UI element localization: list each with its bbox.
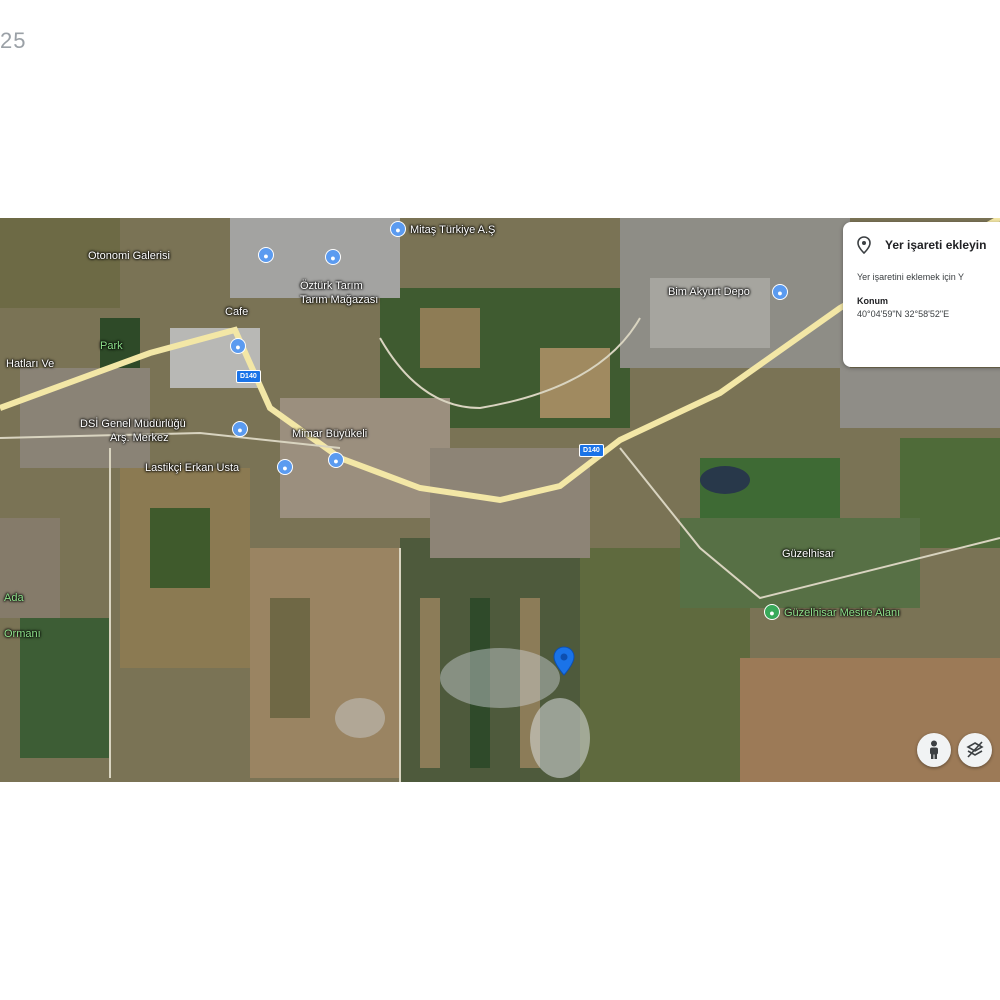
label-hatlari: Hatları Ve xyxy=(6,358,55,370)
label-bim: Bim Akyurt Depo xyxy=(668,286,750,298)
label-cafe: Cafe xyxy=(225,306,249,318)
add-placemark-card[interactable]: Yer işareti ekleyin Yer işaretini ekleme… xyxy=(843,222,1000,367)
corner-number: 25 xyxy=(0,28,27,53)
coordinates-value: 40°04'59"N 32°58'52"E xyxy=(857,309,950,319)
label-mesire: Güzelhisar Mesire Alanı xyxy=(784,607,901,619)
street-view-button[interactable] xyxy=(917,733,951,767)
location-label: Konum xyxy=(857,296,888,306)
card-description: Yer işaretini eklemek için Y xyxy=(857,272,965,282)
layers-off-icon xyxy=(966,741,984,758)
dropped-pin-icon[interactable] xyxy=(553,646,575,676)
map-poi-icon[interactable]: ● xyxy=(230,338,246,354)
label-ada: Ada xyxy=(4,592,24,604)
map-poi-icon[interactable]: ● xyxy=(325,249,341,265)
label-ormani: Ormanı xyxy=(4,628,41,640)
card-title: Yer işareti ekleyin xyxy=(885,238,987,252)
label-ozturk: Öztürk Tarım xyxy=(300,280,363,292)
label-dsi-2: Arş. Merkez xyxy=(110,432,169,444)
map-poi-icon[interactable]: ● xyxy=(277,459,293,475)
label-mimar: Mimar Büyükeli xyxy=(292,428,368,440)
map-poi-icon[interactable]: ● xyxy=(328,452,344,468)
label-mitas: Mitaş Türkiye A.Ş xyxy=(410,224,496,236)
map-poi-icon[interactable]: ● xyxy=(390,221,406,237)
label-lastik: Lastikçi Erkan Usta xyxy=(145,462,240,474)
label-park: Park xyxy=(100,340,123,352)
map-poi-icon[interactable]: ● xyxy=(232,421,248,437)
layers-toggle-button[interactable] xyxy=(958,733,992,767)
map-poi-icon[interactable]: ● xyxy=(772,284,788,300)
label-dsi-1: DSİ Genel Müdürlüğü xyxy=(80,418,186,430)
route-shield: D140 xyxy=(579,444,604,457)
location-pin-icon xyxy=(857,236,871,254)
street-view-pegman-icon xyxy=(930,740,938,759)
route-shield: D140 xyxy=(236,370,261,383)
park-poi-icon[interactable]: ● xyxy=(764,604,780,620)
map-poi-icon[interactable]: ● xyxy=(258,247,274,263)
label-guzelhisar: Güzelhisar xyxy=(782,548,835,560)
label-tarim: Tarım Mağazası xyxy=(300,294,379,306)
label-otonomi: Otonomi Galerisi xyxy=(88,250,170,262)
